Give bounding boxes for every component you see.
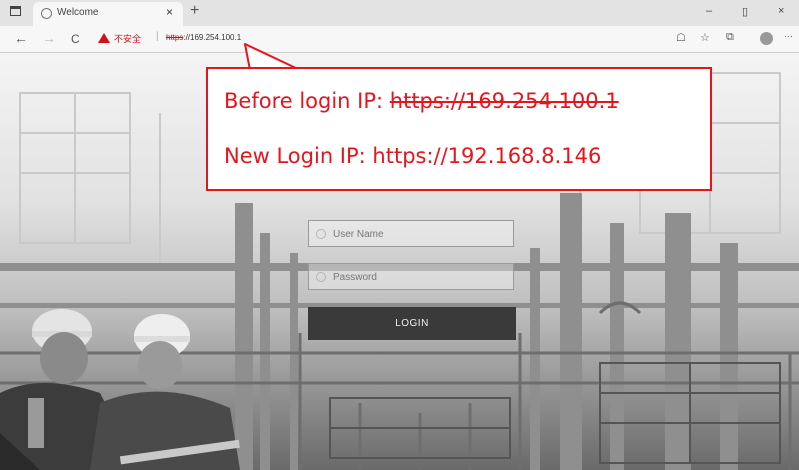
back-icon[interactable]: ← bbox=[14, 30, 28, 46]
annotation-callout: Before login IP: https://169.254.100.1 N… bbox=[206, 67, 712, 191]
new-tab-button[interactable]: + bbox=[190, 2, 199, 20]
tab-title: Welcome bbox=[57, 7, 99, 18]
before-login-ip-text: Before login IP: https://169.254.100.1 bbox=[224, 89, 619, 113]
close-tab-icon[interactable]: × bbox=[166, 5, 173, 19]
favorites-star-icon[interactable]: ☆ bbox=[700, 31, 710, 44]
url-field[interactable]: 不安全 | https://169.254.100.1 bbox=[94, 29, 654, 49]
reload-icon[interactable]: C bbox=[71, 32, 80, 46]
password-field[interactable] bbox=[308, 263, 514, 291]
more-menu-icon[interactable]: ··· bbox=[784, 31, 793, 41]
warning-icon bbox=[98, 33, 110, 43]
restore-icon[interactable]: ▯ bbox=[742, 5, 748, 18]
page-favicon-icon bbox=[41, 8, 52, 19]
browser-tab[interactable]: Welcome × bbox=[33, 2, 183, 26]
old-ip-address: https://169.254.100.1 bbox=[389, 89, 619, 113]
profile-avatar-icon[interactable] bbox=[760, 32, 773, 45]
url-text: https://169.254.100.1 bbox=[166, 33, 241, 42]
close-window-icon[interactable]: × bbox=[778, 5, 784, 17]
url-protocol: https bbox=[166, 33, 184, 42]
new-login-ip-text: New Login IP: https://192.168.8.146 bbox=[224, 144, 602, 168]
tab-actions-icon[interactable] bbox=[10, 6, 21, 16]
security-warning-label: 不安全 bbox=[114, 34, 142, 44]
collections-icon[interactable]: ⧉ bbox=[726, 31, 734, 44]
username-input[interactable] bbox=[331, 221, 513, 248]
minimize-icon[interactable]: – bbox=[706, 5, 712, 17]
omnibox-divider: | bbox=[156, 31, 159, 42]
browser-tab-bar: Welcome × + – ▯ × bbox=[0, 0, 799, 26]
lock-icon bbox=[316, 272, 326, 282]
password-input[interactable] bbox=[331, 264, 513, 291]
read-aloud-icon[interactable]: ☖ bbox=[676, 31, 686, 44]
login-button[interactable]: LOGIN bbox=[308, 307, 516, 340]
user-icon bbox=[316, 229, 326, 239]
address-bar: ← → C 不安全 | https://169.254.100.1 ☖ ☆ ⧉ … bbox=[0, 26, 799, 53]
username-field[interactable] bbox=[308, 220, 514, 248]
before-login-label: Before login IP: bbox=[224, 89, 390, 113]
url-host: ://169.254.100.1 bbox=[183, 33, 242, 42]
forward-icon[interactable]: → bbox=[42, 30, 56, 46]
